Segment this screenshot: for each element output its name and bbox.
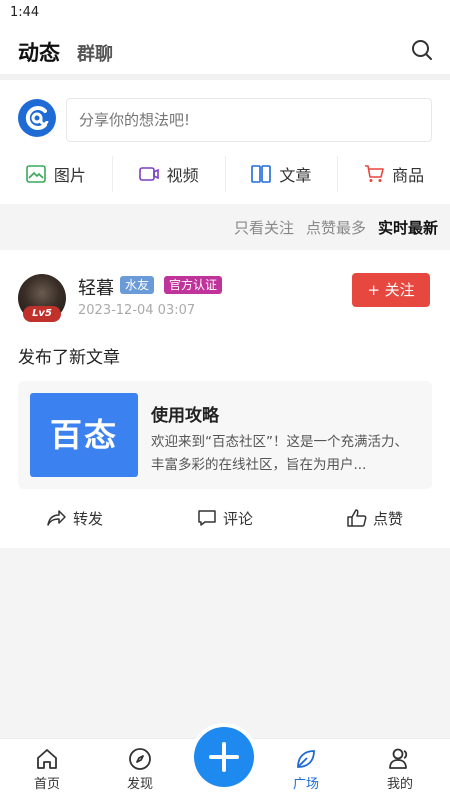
compass-icon xyxy=(129,748,151,770)
post-type-product[interactable]: 商品 xyxy=(338,156,450,192)
action-label: 点赞 xyxy=(372,509,403,528)
composer: 图片 视频 文章 商品 xyxy=(0,80,450,204)
post-type-label: 图片 xyxy=(53,166,86,185)
comment-icon xyxy=(198,510,216,526)
comment-button[interactable]: 评论 xyxy=(150,502,300,534)
verified-badge: 官方认证 xyxy=(164,276,223,294)
post-type-video[interactable]: 视频 xyxy=(113,156,226,192)
share-icon xyxy=(47,510,66,526)
leaf-icon xyxy=(297,750,315,768)
tab-mine[interactable]: 我的 xyxy=(370,747,430,792)
cart-icon xyxy=(365,165,384,182)
action-label: 评论 xyxy=(222,509,253,528)
tab-label: 广场 xyxy=(292,777,319,792)
user-icon xyxy=(389,748,408,769)
video-icon xyxy=(138,167,159,181)
status-time: 1:44 xyxy=(10,5,40,20)
search-icon[interactable] xyxy=(410,38,434,62)
tab-discover[interactable]: 发现 xyxy=(110,747,170,792)
image-icon xyxy=(26,165,46,183)
post-type-bar: 图片 视频 文章 商品 xyxy=(0,156,450,192)
status-bar: 1:44 xyxy=(0,0,450,26)
action-label: 转发 xyxy=(72,509,103,528)
user-badge: 水友 xyxy=(120,276,155,294)
filter-most-liked[interactable]: 点赞最多 xyxy=(306,217,366,238)
tab-group-chat[interactable]: 群聊 xyxy=(77,40,113,66)
article-description: 欢迎来到“百态社区”！这是一个充满活力、丰富多彩的在线社区，旨在为用户... xyxy=(151,434,408,473)
post-type-label: 商品 xyxy=(392,166,425,185)
filter-bar: 只看关注 点赞最多 实时最新 xyxy=(0,204,450,250)
article-title: 使用攻略 xyxy=(151,406,219,426)
thumbs-up-icon xyxy=(347,509,367,527)
tab-label: 我的 xyxy=(386,777,413,792)
plus-icon xyxy=(209,742,239,772)
tab-label: 发现 xyxy=(126,777,153,792)
filter-following[interactable]: 只看关注 xyxy=(234,217,294,238)
top-header: 动态 群聊 xyxy=(0,26,450,74)
article-icon xyxy=(251,165,272,183)
tab-label: 首页 xyxy=(33,777,60,792)
add-post-button[interactable] xyxy=(194,727,254,787)
share-button[interactable]: 转发 xyxy=(0,502,150,534)
tab-home[interactable]: 首页 xyxy=(17,747,77,792)
post-timestamp: 2023-12-04 03:07 xyxy=(78,303,196,318)
share-input[interactable] xyxy=(66,98,432,142)
tab-feed[interactable]: 动态 xyxy=(18,37,60,67)
post-text: 发布了新文章 xyxy=(18,348,120,368)
post-actions: 转发 评论 点赞 xyxy=(0,502,450,534)
post-type-label: 文章 xyxy=(279,166,312,185)
article-card[interactable]: 百态 使用攻略 欢迎来到“百态社区”！这是一个充满活力、丰富多彩的在线社区，旨在… xyxy=(18,381,432,489)
article-thumbnail: 百态 xyxy=(30,393,138,477)
post-type-article[interactable]: 文章 xyxy=(226,156,339,192)
like-button[interactable]: 点赞 xyxy=(300,502,450,534)
app-logo-icon xyxy=(18,99,56,137)
tab-square[interactable]: 广场 xyxy=(276,747,336,792)
username[interactable]: 轻暮 xyxy=(78,274,114,300)
post-type-label: 视频 xyxy=(166,166,199,185)
home-icon xyxy=(37,749,57,769)
filter-latest[interactable]: 实时最新 xyxy=(378,217,438,238)
follow-button[interactable]: + 关注 xyxy=(352,273,430,307)
post-type-image[interactable]: 图片 xyxy=(0,156,113,192)
post-card: Lv5 轻暮 水友 官方认证 2023-12-04 03:07 + 关注 发布了… xyxy=(0,250,450,548)
level-badge: Lv5 xyxy=(23,306,61,322)
